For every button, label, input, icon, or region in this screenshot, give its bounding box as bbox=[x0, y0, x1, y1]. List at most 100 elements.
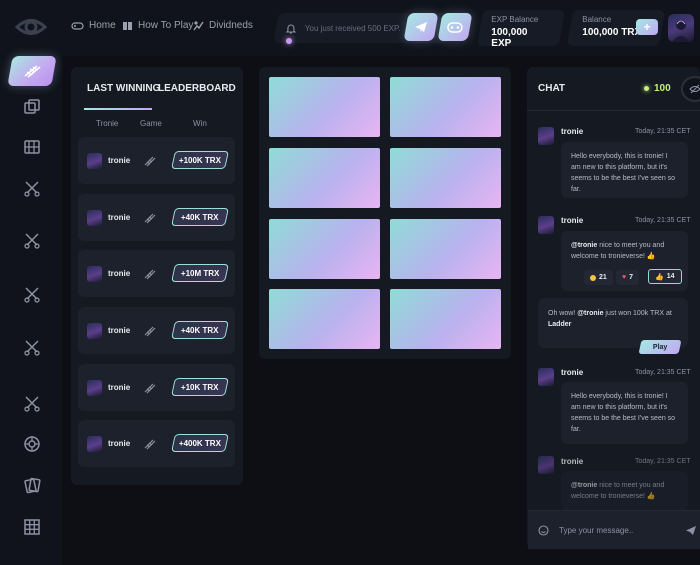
deposit-plus-button[interactable]: + bbox=[636, 19, 658, 35]
message-text: Hello everybody, this is tronie! I am ne… bbox=[571, 393, 676, 433]
sidebar-item-game-4[interactable] bbox=[10, 333, 54, 363]
avatar[interactable] bbox=[668, 14, 694, 42]
send-icon[interactable] bbox=[685, 525, 697, 536]
column-header-win: Win bbox=[193, 119, 207, 128]
dividends-icon bbox=[193, 21, 204, 31]
chat-message-input[interactable] bbox=[559, 525, 671, 535]
online-count: 100 bbox=[644, 83, 671, 94]
nav-home[interactable]: Home bbox=[71, 20, 116, 31]
bell-icon bbox=[286, 24, 296, 34]
avatar bbox=[538, 368, 554, 386]
games-button[interactable] bbox=[437, 13, 473, 41]
message-text: Hello everybody, this is tronie! I am ne… bbox=[571, 153, 676, 193]
online-count-value: 100 bbox=[654, 83, 671, 94]
win-amount-badge: +40K TRX bbox=[171, 208, 229, 226]
game-tile-4[interactable] bbox=[390, 148, 501, 208]
sidebar-item-grid[interactable] bbox=[10, 512, 54, 542]
grid-icon bbox=[24, 519, 40, 535]
game-tile-8[interactable] bbox=[390, 289, 501, 349]
reaction-count: 21 bbox=[599, 274, 607, 281]
coin-icon bbox=[590, 274, 596, 281]
play-button[interactable]: Play bbox=[638, 340, 682, 354]
table-row[interactable]: tronie +40K TRX bbox=[78, 194, 235, 241]
win-amount-badge: +100K TRX bbox=[171, 151, 229, 169]
chat-title: CHAT bbox=[538, 83, 566, 94]
nav-dividends[interactable]: Dividneds bbox=[193, 20, 253, 31]
game-tile-7[interactable] bbox=[269, 289, 380, 349]
game-tile-2[interactable] bbox=[390, 77, 501, 137]
message-author: tronie bbox=[561, 457, 584, 466]
gamepad-icon bbox=[71, 21, 84, 30]
win-amount: +10M TRX bbox=[180, 268, 220, 278]
row-username: tronie bbox=[108, 326, 131, 335]
game-tile-5[interactable] bbox=[269, 219, 380, 279]
message-mention[interactable]: @tronie bbox=[571, 242, 597, 249]
game-tile-3[interactable] bbox=[269, 148, 380, 208]
sidebar-item-game-5[interactable] bbox=[10, 389, 54, 419]
nav-how-to-play-label: How To Play bbox=[138, 20, 194, 31]
eye-logo-icon[interactable] bbox=[14, 12, 48, 42]
sidebar-item-game-2[interactable] bbox=[10, 226, 54, 256]
active-tab-indicator bbox=[84, 108, 152, 110]
crossed-swords-icon bbox=[24, 233, 40, 249]
notification-text: You just received 500 EXP. bbox=[305, 23, 401, 33]
message-time: Today, 21:35 CET bbox=[635, 128, 691, 135]
ladder-icon bbox=[144, 439, 156, 450]
nav-how-to-play[interactable]: How To Play bbox=[122, 20, 193, 31]
message-mention[interactable]: @tronie bbox=[571, 482, 597, 489]
row-username: tronie bbox=[108, 213, 131, 222]
message-bubble: @tronie nice to meet you and welcome to … bbox=[561, 471, 688, 511]
message-bubble: Hello everybody, this is tronie! I am ne… bbox=[561, 382, 688, 444]
message-author: tronie bbox=[561, 216, 584, 225]
dice-icon bbox=[24, 99, 40, 114]
message-time: Today, 21:35 CET bbox=[635, 369, 691, 376]
table-row[interactable]: tronie +10M TRX bbox=[78, 250, 235, 297]
avatar bbox=[538, 127, 554, 145]
table-row[interactable]: tronie +40K TRX bbox=[78, 307, 235, 354]
telegram-button[interactable] bbox=[403, 13, 439, 41]
win-amount-badge: +40K TRX bbox=[171, 321, 229, 339]
table-row[interactable]: tronie +400K TRX bbox=[78, 420, 235, 467]
sidebar-item-roulette[interactable] bbox=[10, 429, 54, 459]
chat-composer bbox=[528, 510, 700, 549]
crossed-swords-icon bbox=[24, 340, 40, 356]
message-author: tronie bbox=[561, 127, 584, 136]
sidebar-item-cards[interactable] bbox=[10, 470, 54, 500]
ladder-icon bbox=[144, 326, 156, 337]
emoji-icon[interactable] bbox=[538, 524, 549, 536]
win-amount-badge: +10K TRX bbox=[171, 378, 229, 396]
message-mention[interactable]: @tronie bbox=[577, 310, 603, 317]
sidebar-item-ladder[interactable] bbox=[7, 56, 57, 86]
game-tile-1[interactable] bbox=[269, 77, 380, 137]
slot-machine-icon bbox=[24, 140, 40, 154]
avatar bbox=[87, 153, 102, 169]
table-row[interactable]: tronie +100K TRX bbox=[78, 137, 235, 184]
reaction-coin[interactable]: 21 bbox=[584, 270, 613, 285]
table-row[interactable]: tronie +10K TRX bbox=[78, 364, 235, 411]
row-username: tronie bbox=[108, 383, 131, 392]
avatar bbox=[538, 456, 554, 474]
play-label: Play bbox=[652, 343, 668, 351]
reaction-thumbs-up[interactable]: 👍 14 bbox=[648, 269, 682, 284]
ladder-icon bbox=[144, 156, 156, 167]
game-tile-6[interactable] bbox=[390, 219, 501, 279]
telegram-icon bbox=[415, 22, 427, 32]
lifebuoy-icon bbox=[24, 436, 40, 452]
system-game: Ladder bbox=[548, 321, 572, 328]
tab-last-winning[interactable]: LAST WINNING bbox=[87, 83, 160, 94]
sidebar-item-dice[interactable] bbox=[10, 92, 54, 122]
tab-leaderboard[interactable]: LEADERBOARD bbox=[158, 83, 236, 94]
sidebar-item-game-3[interactable] bbox=[10, 280, 54, 310]
heart-icon: ♥ bbox=[622, 274, 627, 281]
win-amount: +40K TRX bbox=[181, 325, 219, 335]
avatar bbox=[87, 266, 102, 282]
reaction-heart[interactable]: ♥ 7 bbox=[616, 270, 640, 285]
message-bubble: Hello everybody, this is tronie! I am ne… bbox=[561, 142, 688, 198]
system-text: just won 100k TRX at bbox=[603, 310, 672, 317]
sidebar-item-slots[interactable] bbox=[10, 132, 54, 162]
ladder-icon bbox=[144, 213, 156, 224]
avatar bbox=[87, 380, 102, 396]
exp-balance-label: EXP Balance bbox=[491, 15, 539, 24]
sidebar-item-game-1[interactable] bbox=[10, 174, 54, 204]
row-username: tronie bbox=[108, 439, 131, 448]
